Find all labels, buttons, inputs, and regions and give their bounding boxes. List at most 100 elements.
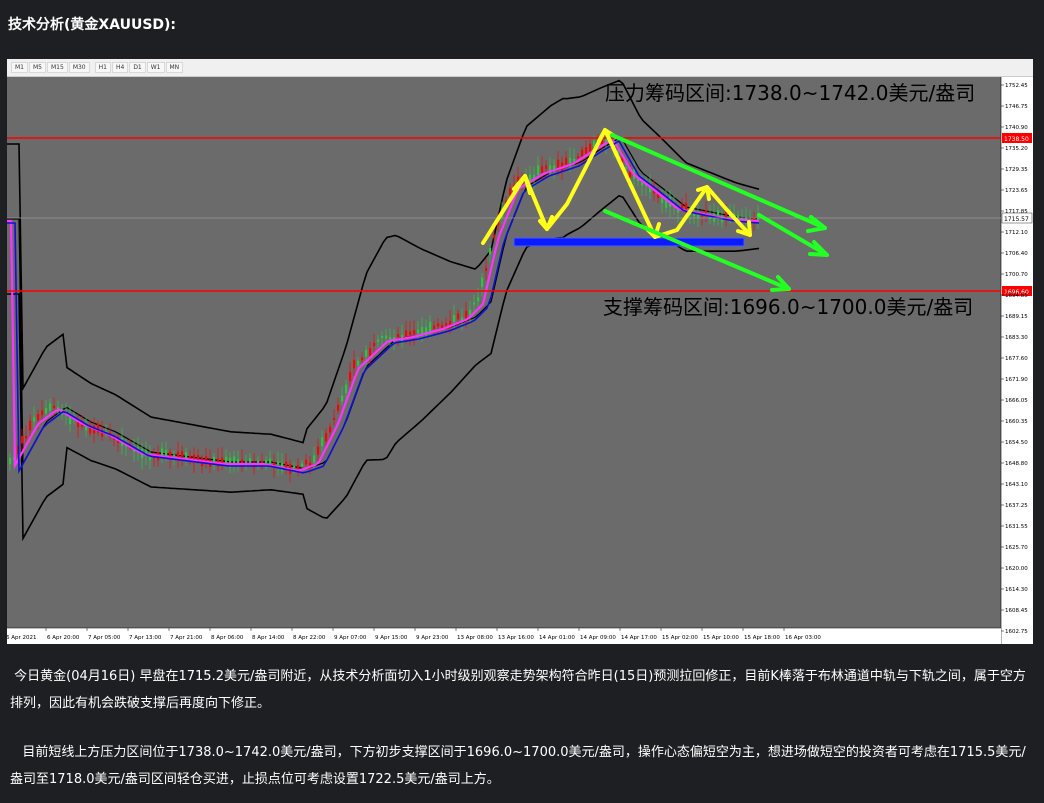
candle-body [405,330,408,338]
candle-body [629,171,632,178]
time-tick-label: 9 Apr 23:00 [416,635,449,641]
candle-body [269,458,272,465]
candle-body [541,166,544,174]
candle-body [325,433,328,442]
time-tick-label: 9 Apr 07:00 [334,635,367,641]
time-tick-label: 6 Apr 2021 [7,635,37,641]
candle-body [305,459,308,465]
time-tick-label: 8 Apr 06:00 [211,635,244,641]
candle-body [185,452,188,459]
timeframe-button-m5[interactable]: M5 [29,62,46,73]
candle-body [205,456,208,462]
analysis-paragraph-2: 目前短线上方压力区间位于1738.0~1742.0美元/盎司，下方初步支撑区间于… [10,745,1026,787]
candle-body [337,404,340,411]
timeframe-button-d1[interactable]: D1 [129,62,146,73]
candle-body [589,143,592,152]
candle-body [361,357,364,361]
candle-body [41,410,44,416]
timeframe-button-m15[interactable]: M15 [47,62,68,73]
time-tick-label: 7 Apr 13:00 [129,635,162,641]
candle-body [441,325,444,328]
candle-body [421,326,424,334]
candle-body [545,165,548,169]
price-tick-label: 1654.50 [1005,440,1028,446]
price-chart[interactable]: 1715.57 1738.50 1696.60 压力筹码区间:1738.0~17… [7,77,1033,644]
timeframe-button-m30[interactable]: M30 [68,62,90,73]
chart-window: M1 M5 M15 M30 H1 H4 D1 W1 MN 1715.57 173… [7,59,1033,644]
time-tick-label: 16 Apr 03:00 [785,635,821,641]
time-tick-label: 8 Apr 14:00 [252,635,285,641]
candle-body [557,159,560,169]
timeframe-button-h1[interactable]: H1 [94,62,111,73]
time-tick-label: 15 Apr 02:00 [662,635,698,641]
candle-body [49,403,52,411]
timeframe-button-mn[interactable]: MN [165,62,184,73]
candle-body [577,156,580,159]
candle-body [625,166,628,170]
candle-body [161,448,164,457]
time-tick-label: 8 Apr 22:00 [293,635,326,641]
candle-body [537,165,540,175]
candle-body [365,349,368,357]
candle-body [465,310,468,319]
timeframe-toolbar: M1 M5 M15 M30 H1 H4 D1 W1 MN [7,59,1033,77]
candle-body [373,342,376,347]
candle-body [389,337,392,340]
current-price-tag: 1715.57 [1004,216,1029,223]
candle-body [377,339,380,342]
candle-body [477,297,480,302]
time-tick-label: 9 Apr 15:00 [375,635,408,641]
price-tick-label: 1666.05 [1005,398,1028,404]
page-title: 技术分析(黄金XAUUSD): [8,17,177,33]
candle-body [25,436,28,439]
price-tick-label: 1614.30 [1005,587,1028,593]
candle-body [437,323,440,327]
candle-body [565,157,568,165]
candle-body [293,466,296,469]
candle-body [233,456,236,464]
price-tick-label: 1735.20 [1005,146,1028,152]
price-tick-label: 1602.75 [1005,629,1028,635]
resistance-zone-label: 压力筹码区间:1738.0~1742.0美元/盎司 [605,81,975,105]
price-tick-label: 1752.45 [1005,83,1028,89]
time-tick-label: 7 Apr 05:00 [88,635,121,641]
price-tick-label: 1723.65 [1005,188,1028,194]
price-tick-label: 1620.00 [1005,566,1028,572]
candle-body [9,457,12,465]
price-tick-label: 1648.80 [1005,461,1028,467]
candle-body [53,405,56,409]
price-tick-label: 1712.10 [1005,230,1028,236]
candle-body [249,458,252,463]
price-tick-label: 1608.45 [1005,608,1028,614]
candle-body [329,426,332,433]
candle-body [433,325,436,329]
candle-body [509,188,512,195]
timeframe-button-m1[interactable]: M1 [11,62,28,73]
price-tick-label: 1700.70 [1005,272,1028,278]
candle-body [417,329,420,334]
candle-body [429,321,432,332]
price-tick-label: 1631.55 [1005,524,1028,530]
candle-body [469,309,472,315]
analysis-paragraph-1: 今日黄金(04月16日) 早盘在1715.2美元/盎司附近，从技术分析面切入1小… [10,669,1026,711]
time-tick-label: 13 Apr 16:00 [498,635,534,641]
candle-body [333,417,336,420]
support-zone-box[interactable] [513,237,745,247]
candle-body [241,459,244,463]
time-tick-label: 14 Apr 17:00 [621,635,657,641]
candle-body [705,210,708,213]
candle-body [257,460,260,463]
timeframe-button-w1[interactable]: W1 [146,62,165,73]
support-zone-label: 支撑筹码区间:1696.0~1700.0美元/盎司 [603,295,973,319]
price-tick-label: 1637.25 [1005,503,1028,509]
candle-body [33,417,36,422]
timeframe-button-h4[interactable]: H4 [111,62,129,73]
time-tick-label: 15 Apr 18:00 [744,635,780,641]
candle-body [369,348,372,356]
candle-body [385,335,388,339]
price-tick-label: 1625.70 [1005,545,1028,551]
candle-body [357,360,360,366]
candle-body [453,314,456,323]
candle-body [413,330,416,335]
candle-body [321,437,324,447]
